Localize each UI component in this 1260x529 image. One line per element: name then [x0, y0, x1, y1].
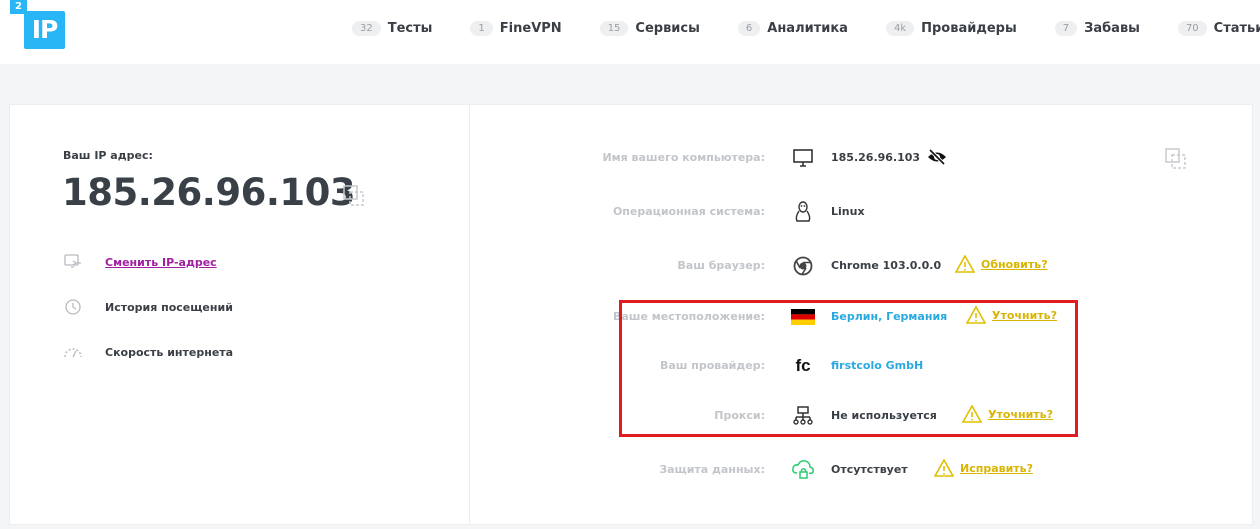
nav-label: Провайдеры: [921, 20, 1017, 36]
nav-label: Сервисы: [635, 20, 700, 36]
fix-protection-action[interactable]: Исправить?: [934, 459, 1033, 477]
browser-row: Ваш браузер: Chrome 103.0.0.0 Обновить?: [460, 251, 1240, 281]
nav-count-badge: 70: [1177, 20, 1207, 36]
os-row: Операционная система: Linux: [460, 197, 1240, 227]
change-ip-link[interactable]: Сменить IP-адрес: [63, 252, 217, 272]
nav-count-badge: 4k: [885, 20, 915, 36]
nav-item-analytics[interactable]: 6 Аналитика: [737, 20, 848, 36]
nav-label: Статьи: [1213, 20, 1260, 36]
browser-value: Chrome 103.0.0.0: [831, 259, 942, 272]
logo-text: IP: [31, 15, 59, 44]
ip-label: Ваш IP адрес:: [63, 149, 153, 162]
history-label[interactable]: История посещений: [105, 301, 233, 314]
top-header: 2 IP 32 Тесты 1 FineVPN 15 Сервисы 6 Ана…: [0, 0, 1260, 64]
nav-count-badge: 7: [1054, 20, 1078, 36]
logo-mark: IP: [24, 11, 65, 49]
copy-icon[interactable]: [342, 184, 366, 208]
nav-label: Тесты: [387, 20, 433, 36]
fix-protection-link[interactable]: Исправить?: [960, 462, 1033, 475]
nav-item-tests[interactable]: 32 Тесты: [352, 20, 433, 36]
row-label: Имя вашего компьютера:: [602, 151, 765, 164]
warning-icon: [934, 459, 954, 477]
row-label: Ваш браузер:: [677, 259, 765, 272]
monitor-icon: [791, 146, 815, 170]
nav-count-badge: 1: [470, 20, 493, 36]
nav-item-providers[interactable]: 4k Провайдеры: [885, 20, 1017, 36]
update-browser-link[interactable]: Обновить?: [981, 258, 1048, 271]
change-ip-label[interactable]: Сменить IP-адрес: [105, 256, 217, 269]
history-icon: [63, 297, 83, 317]
highlight-box: [619, 300, 1078, 437]
warning-icon: [955, 255, 975, 273]
site-logo[interactable]: 2 IP: [10, 0, 66, 50]
nav-count-badge: 32: [352, 20, 381, 36]
linux-icon: [791, 200, 815, 224]
nav-item-articles[interactable]: 70 Статьи: [1177, 20, 1260, 36]
change-ip-icon: [63, 252, 83, 272]
row-label: Защита данных:: [659, 463, 765, 476]
os-value: Linux: [831, 205, 865, 218]
hide-icon[interactable]: [926, 148, 948, 166]
nav-item-finevpn[interactable]: 1 FineVPN: [470, 20, 562, 36]
speed-link[interactable]: Скорость интернета: [63, 342, 233, 362]
chrome-icon: [791, 254, 815, 278]
nav-label: Забавы: [1084, 20, 1140, 36]
nav-count-badge: 15: [599, 20, 629, 36]
computer-name-row: Имя вашего компьютера: 185.26.96.103: [460, 143, 1240, 173]
row-label: Операционная система:: [612, 205, 765, 218]
computer-name-value: 185.26.96.103: [831, 151, 921, 164]
cloud-lock-icon: [791, 458, 815, 482]
history-link[interactable]: История посещений: [63, 297, 233, 317]
speed-label[interactable]: Скорость интернета: [105, 346, 233, 359]
nav-item-fun[interactable]: 7 Забавы: [1054, 20, 1140, 36]
nav-item-services[interactable]: 15 Сервисы: [599, 20, 700, 36]
speed-icon: [63, 342, 83, 362]
data-protection-row: Защита данных: Отсутствует Исправить?: [460, 455, 1240, 485]
nav-label: FineVPN: [499, 20, 562, 36]
data-protection-value: Отсутствует: [831, 463, 908, 476]
ip-address: 185.26.96.103: [62, 171, 356, 214]
nav-label: Аналитика: [767, 20, 848, 36]
nav-count-badge: 6: [737, 20, 761, 36]
main-nav: 32 Тесты 1 FineVPN 15 Сервисы 6 Аналитик…: [352, 0, 1260, 56]
update-browser-action[interactable]: Обновить?: [955, 255, 1048, 273]
